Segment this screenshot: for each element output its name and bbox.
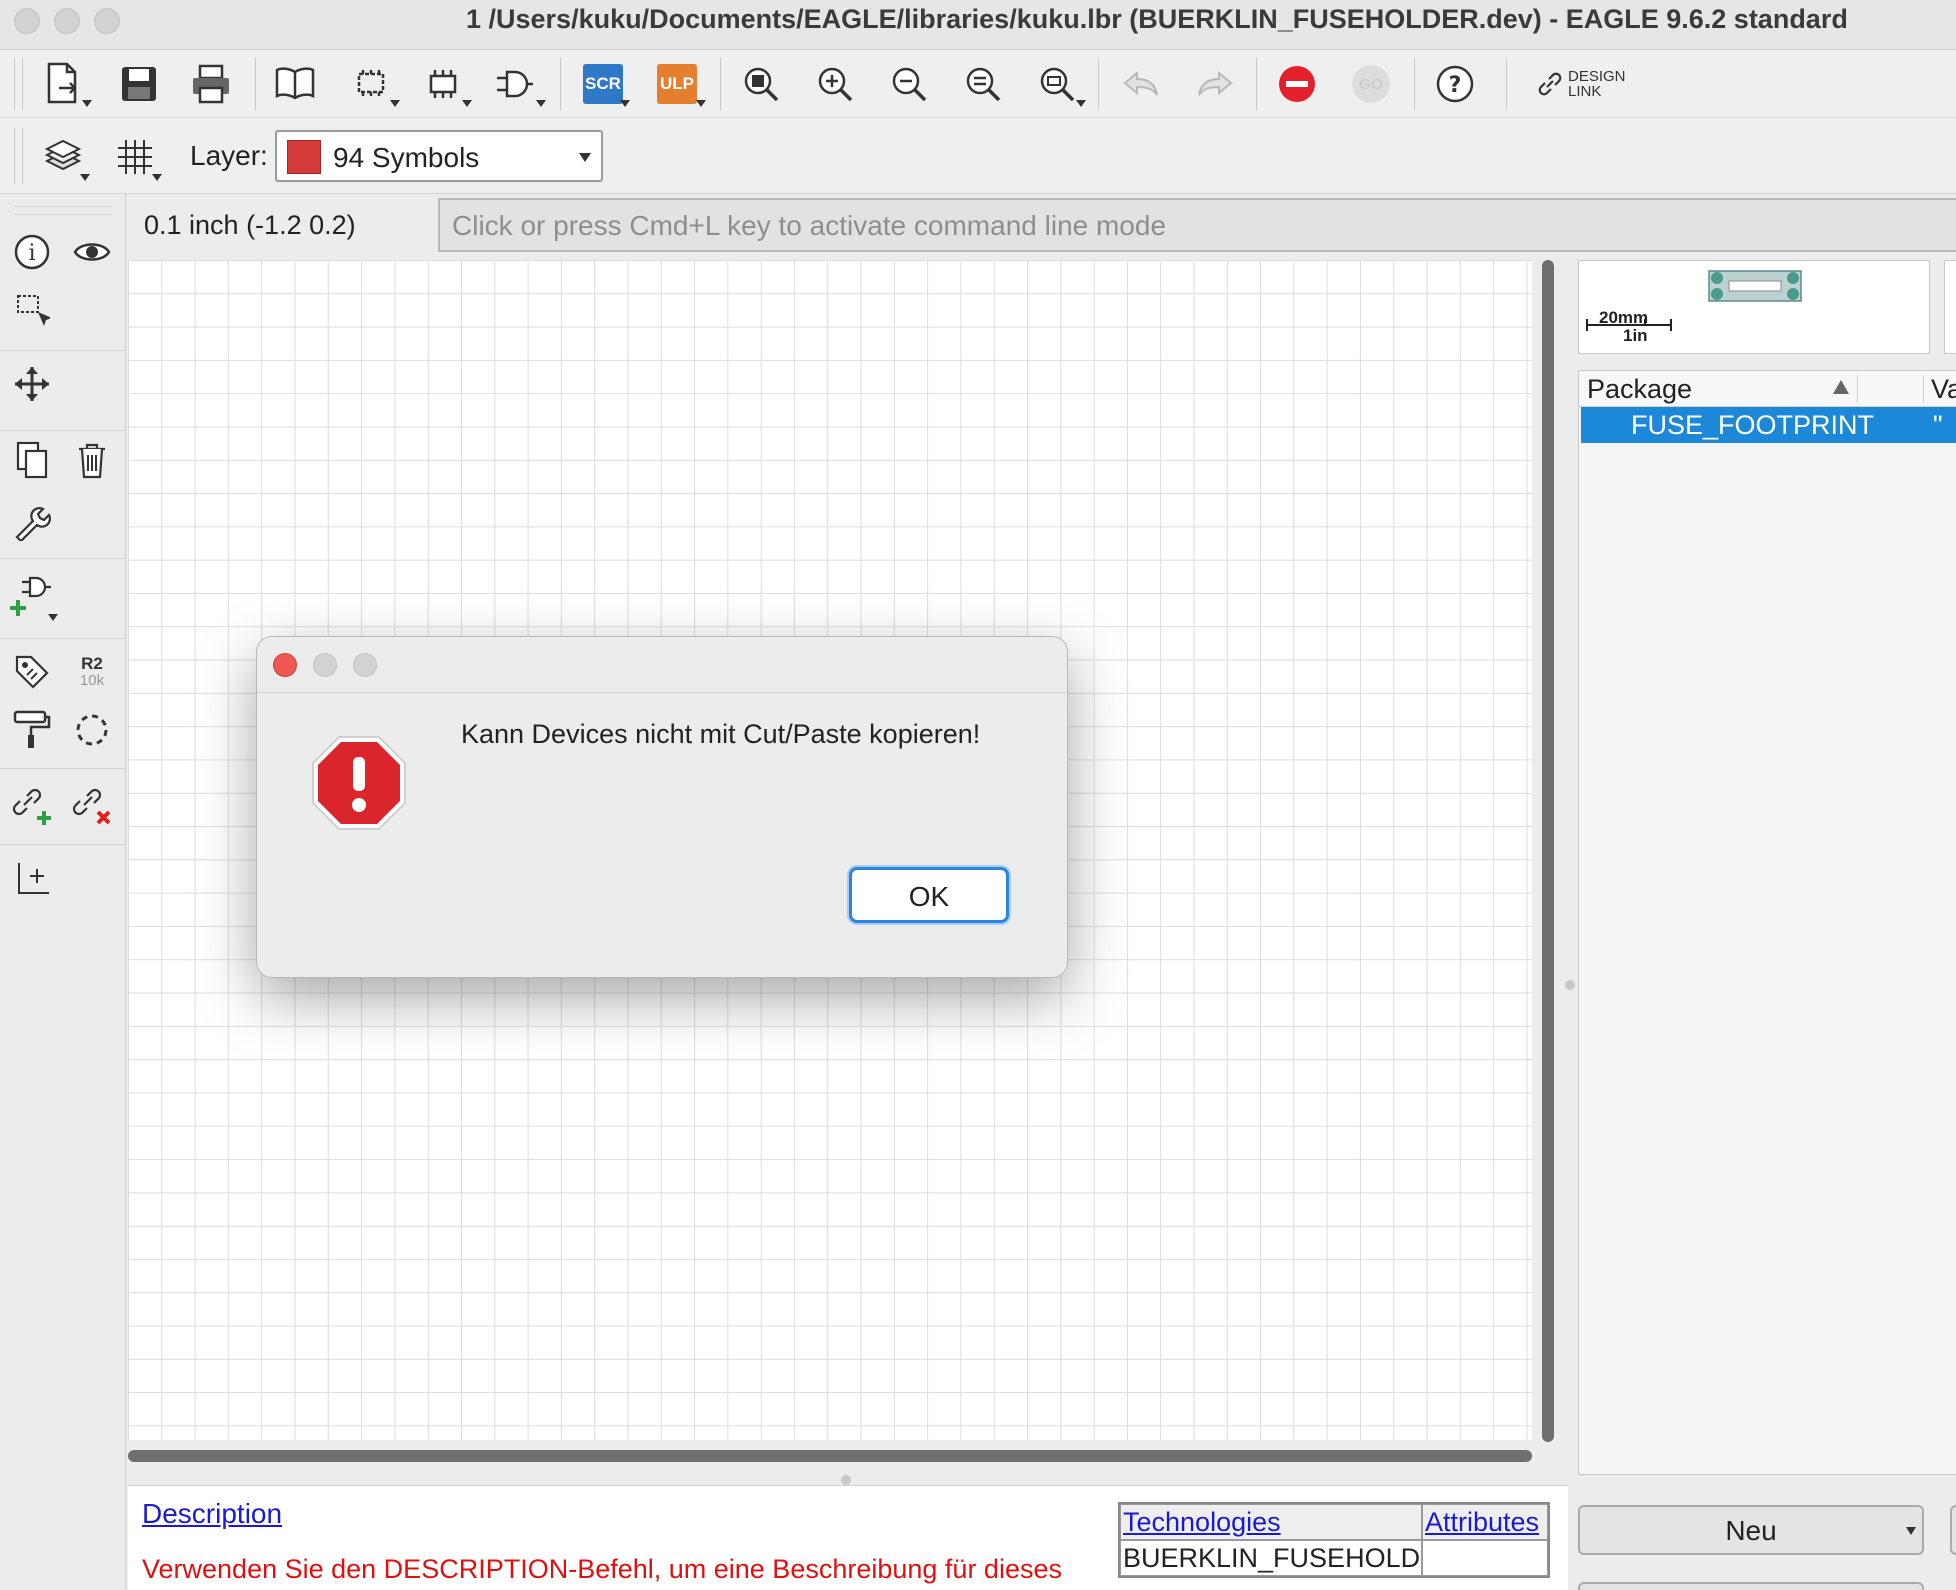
redo-icon[interactable]: [1190, 58, 1240, 110]
chevron-down-icon: [1906, 1527, 1916, 1535]
print-icon[interactable]: [186, 58, 236, 110]
mark-origin-icon[interactable]: [10, 856, 54, 900]
splitter-handle[interactable]: [841, 1475, 851, 1485]
vertical-scrollbar[interactable]: [1542, 260, 1554, 1442]
column-header-value[interactable]: Va: [1931, 374, 1956, 405]
close-window-button[interactable]: [14, 8, 40, 34]
library-book-icon[interactable]: [270, 58, 320, 110]
horizontal-scrollbar[interactable]: [128, 1450, 1532, 1462]
attribute-cell[interactable]: [1422, 1540, 1548, 1576]
package-name: FUSE_FOOTPRINT: [1631, 410, 1875, 440]
dialog-minimize-button[interactable]: [313, 653, 337, 677]
value-button[interactable]: R2 10k: [70, 650, 114, 694]
save-icon[interactable]: [114, 58, 164, 110]
ulp-button[interactable]: ULP: [652, 60, 702, 108]
column-header-technologies: Technologies: [1120, 1504, 1422, 1540]
lower-button[interactable]: [1578, 1582, 1924, 1590]
package-row[interactable]: FUSE_FOOTPRINT ": [1581, 407, 1956, 443]
dialog-close-button[interactable]: [273, 653, 297, 677]
secondary-button[interactable]: [1950, 1505, 1956, 1555]
move-icon[interactable]: [10, 362, 54, 406]
package-list-header: Package Va: [1579, 371, 1956, 407]
zoom-window-button[interactable]: [94, 8, 120, 34]
paint-roller-icon[interactable]: [10, 708, 54, 752]
layer-select-value: 94 Symbols: [333, 142, 480, 173]
smash-ring-icon[interactable]: [70, 708, 114, 752]
window-titlebar: 1 /Users/kuku/Documents/EAGLE/libraries/…: [0, 0, 1956, 50]
layer-label: Layer:: [190, 140, 268, 171]
sort-ascending-icon: [1833, 380, 1849, 394]
ok-button[interactable]: OK: [849, 867, 1009, 923]
svg-text:i: i: [28, 241, 35, 266]
info-icon[interactable]: i: [10, 230, 54, 274]
dialog-message: Kann Devices nicht mit Cut/Paste kopiere…: [461, 719, 981, 749]
command-line-placeholder: Click or press Cmd+L key to activate com…: [452, 210, 1167, 241]
splitter-handle[interactable]: [1565, 980, 1575, 990]
coordinate-display: 0.1 inch (-1.2 0.2): [144, 210, 356, 240]
technologies-table: Technologies Attributes BUERKLIN_FUSEHOL…: [1118, 1502, 1550, 1578]
chevron-down-icon: [579, 153, 591, 162]
link-icon: [1538, 72, 1562, 96]
package-value: ": [1933, 410, 1943, 440]
package-editor-icon[interactable]: [346, 58, 396, 110]
show-eye-icon[interactable]: [70, 230, 114, 274]
command-line-input[interactable]: Click or press Cmd+L key to activate com…: [438, 198, 1956, 252]
description-pane: Description Verwenden Sie den DESCRIPTIO…: [128, 1485, 1568, 1590]
description-link[interactable]: Description: [142, 1498, 282, 1530]
symbol-preview: [1944, 260, 1956, 354]
zoom-fit-icon[interactable]: [736, 58, 786, 110]
alert-dialog: Kann Devices nicht mit Cut/Paste kopiere…: [256, 636, 1068, 978]
zoom-in-icon[interactable]: [810, 58, 860, 110]
package-list: Package Va FUSE_FOOTPRINT ": [1578, 370, 1956, 1475]
add-part-icon[interactable]: [10, 570, 54, 620]
help-icon[interactable]: ?: [1430, 58, 1480, 110]
undo-icon[interactable]: [1116, 58, 1166, 110]
name-tag-icon[interactable]: [10, 650, 54, 694]
main-toolbar: SCR ULP GO ? DESIGN LINK: [0, 50, 1956, 118]
footprint-icon[interactable]: [418, 58, 468, 110]
zoom-select-icon[interactable]: [1032, 58, 1082, 110]
window-title: 1 /Users/kuku/Documents/EAGLE/libraries/…: [466, 4, 1848, 34]
zoom-out-icon[interactable]: [884, 58, 934, 110]
column-header-attributes: Attributes: [1422, 1504, 1548, 1540]
scale-mm-label: 20mm: [1599, 308, 1648, 327]
layer-select[interactable]: 94 Symbols: [275, 130, 603, 182]
go-button[interactable]: GO: [1346, 58, 1396, 110]
new-variant-button[interactable]: Neu: [1578, 1505, 1924, 1555]
zoom-redraw-icon[interactable]: [958, 58, 1008, 110]
design-link-button[interactable]: DESIGN LINK: [1536, 62, 1656, 106]
minimize-window-button[interactable]: [54, 8, 80, 34]
package-preview: 20mm 1in: [1578, 260, 1930, 354]
delete-trash-icon[interactable]: [70, 438, 114, 482]
wrench-icon[interactable]: [10, 500, 54, 544]
group-select-icon[interactable]: [10, 288, 54, 332]
footprint-preview-image: 20mm 1in: [1586, 270, 1802, 345]
command-toolbar: i R2 10k: [0, 194, 126, 1590]
dialog-zoom-button[interactable]: [353, 653, 377, 677]
technology-cell[interactable]: BUERKLIN_FUSEHOLDER: [1120, 1540, 1422, 1576]
description-text: Verwenden Sie den DESCRIPTION-Befehl, um…: [142, 1554, 1062, 1584]
copy-icon[interactable]: [10, 438, 54, 482]
column-header-package[interactable]: Package: [1587, 374, 1692, 405]
symbol-editor-icon[interactable]: [490, 58, 540, 110]
layer-color-swatch: [287, 140, 321, 174]
technologies-link[interactable]: Technologies: [1123, 1507, 1281, 1537]
dialog-titlebar: [257, 637, 1067, 693]
connect-add-icon[interactable]: [10, 780, 54, 830]
svg-text:?: ?: [1449, 73, 1462, 98]
disconnect-icon[interactable]: [70, 780, 114, 830]
stop-icon[interactable]: [1272, 58, 1322, 110]
attributes-link[interactable]: Attributes: [1425, 1507, 1539, 1537]
stop-alert-icon: [309, 733, 409, 838]
scale-in-label: 1in: [1623, 326, 1648, 345]
open-file-icon[interactable]: [38, 58, 88, 110]
